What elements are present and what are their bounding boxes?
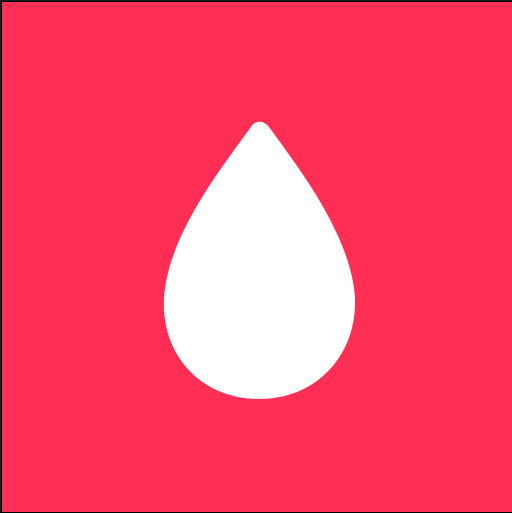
app-icon [0,0,512,512]
blood-drop-icon [2,2,512,512]
